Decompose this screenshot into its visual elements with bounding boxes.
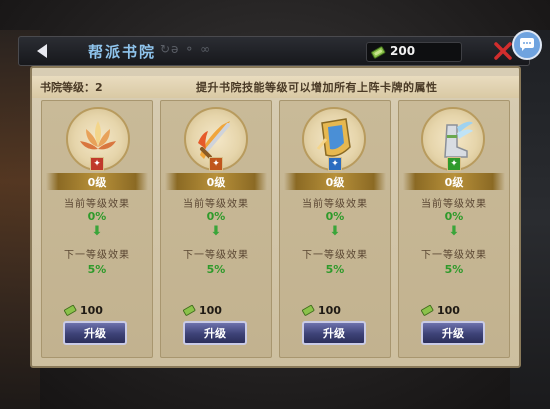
next-effect-label: 下一等级效果 <box>183 250 249 261</box>
current-effect-label: 当前等级效果 <box>421 199 487 210</box>
current-effect-value: 0% <box>444 210 464 223</box>
current-effect-label: 当前等级效果 <box>64 199 130 210</box>
next-effect-value: 5% <box>87 263 107 276</box>
skill-level: 0级 <box>165 173 267 190</box>
chat-bubble-icon <box>520 38 534 51</box>
upgrade-cost: 100 <box>318 304 341 317</box>
next-effect-label: 下一等级效果 <box>64 250 130 261</box>
upgrade-button[interactable]: 升级 <box>421 321 485 345</box>
token-icon <box>421 304 434 316</box>
info-text: 提升书院技能等级可以增加所有上阵卡牌的属性 <box>196 81 438 94</box>
skill-type-badge: ✦ <box>447 157 461 171</box>
skill-level: 0级 <box>284 173 386 190</box>
close-button[interactable] <box>493 40 513 62</box>
skill-type-badge: ✦ <box>209 157 223 171</box>
close-x-icon <box>494 42 512 60</box>
skill-type-badge: ✦ <box>328 157 342 171</box>
arrow-down-icon: ⬇ <box>448 224 460 239</box>
upgrade-cost: 100 <box>199 304 222 317</box>
arrow-down-icon: ⬇ <box>329 224 341 239</box>
next-effect-value: 5% <box>206 263 226 276</box>
next-effect-label: 下一等级效果 <box>302 250 368 261</box>
next-effect-value: 5% <box>444 263 464 276</box>
current-effect-label: 当前等级效果 <box>183 199 249 210</box>
token-icon <box>183 304 196 316</box>
academy-level: 书院等级：2 <box>40 81 103 94</box>
upgrade-cost: 100 <box>80 304 103 317</box>
current-effect-value: 0% <box>87 210 107 223</box>
current-effect-value: 0% <box>206 210 226 223</box>
chat-button[interactable] <box>512 30 542 60</box>
current-effect-label: 当前等级效果 <box>302 199 368 210</box>
back-arrow-icon <box>37 44 47 58</box>
upgrade-cost: 100 <box>437 304 460 317</box>
token-icon <box>371 46 386 59</box>
upgrade-button[interactable]: 升级 <box>63 321 127 345</box>
title-decoration: ↻ǝ ⚬ ∞ <box>160 42 212 56</box>
page-title: 帮派书院 <box>88 43 157 61</box>
arrow-down-icon: ⬇ <box>91 224 103 239</box>
upgrade-button[interactable]: 升级 <box>302 321 366 345</box>
skill-level: 0级 <box>46 173 148 190</box>
skill-type-badge: ✦ <box>90 157 104 171</box>
current-effect-value: 0% <box>325 210 345 223</box>
token-icon <box>302 304 315 316</box>
upgrade-button[interactable]: 升级 <box>183 321 247 345</box>
currency-amount: 200 <box>390 44 416 58</box>
back-button[interactable] <box>30 40 54 62</box>
skill-level: 0级 <box>403 173 505 190</box>
next-effect-value: 5% <box>325 263 345 276</box>
arrow-down-icon: ⬇ <box>210 224 222 239</box>
next-effect-label: 下一等级效果 <box>421 250 487 261</box>
token-icon <box>64 304 77 316</box>
